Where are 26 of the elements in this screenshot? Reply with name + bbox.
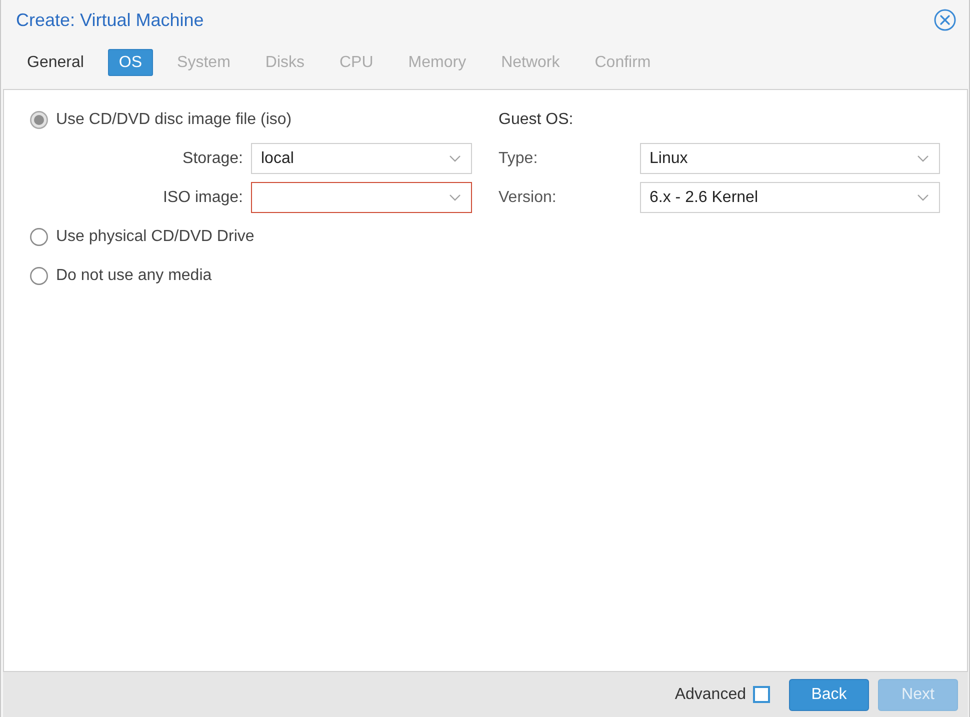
section-heading: Guest OS: xyxy=(498,110,574,128)
radio-button[interactable] xyxy=(30,228,48,246)
advanced-label: Advanced xyxy=(674,686,746,704)
chevron-down-icon xyxy=(917,155,929,162)
chevron-down-icon xyxy=(448,194,460,201)
wizard-button[interactable]: Back xyxy=(789,678,869,710)
field-label: Storage: xyxy=(182,150,243,168)
dropdown-field[interactable]: 6.x - 2.6 Kernel xyxy=(640,182,940,213)
tab[interactable]: OS xyxy=(108,49,154,76)
radio-label[interactable]: Do not use any media xyxy=(56,266,212,284)
field-label: ISO image: xyxy=(162,188,243,206)
radio-button[interactable] xyxy=(30,266,48,284)
dropdown-field[interactable]: Linux xyxy=(640,143,940,174)
dropdown-field[interactable] xyxy=(251,182,472,213)
radio-button[interactable] xyxy=(30,110,48,128)
field-label: Version: xyxy=(498,188,558,206)
window-title: Create: Virtual Machine xyxy=(16,10,204,30)
chevron-down-icon xyxy=(448,155,460,162)
field-label: Type: xyxy=(498,150,539,168)
chevron-down-icon xyxy=(917,194,929,201)
tab[interactable]: General xyxy=(16,49,95,76)
close-icon[interactable] xyxy=(934,9,956,31)
radio-label[interactable]: Use CD/DVD disc image file (iso) xyxy=(56,110,292,128)
radio-label[interactable]: Use physical CD/DVD Drive xyxy=(56,228,254,246)
advanced-checkbox[interactable] xyxy=(753,686,770,703)
dropdown-field[interactable]: local xyxy=(251,143,472,174)
